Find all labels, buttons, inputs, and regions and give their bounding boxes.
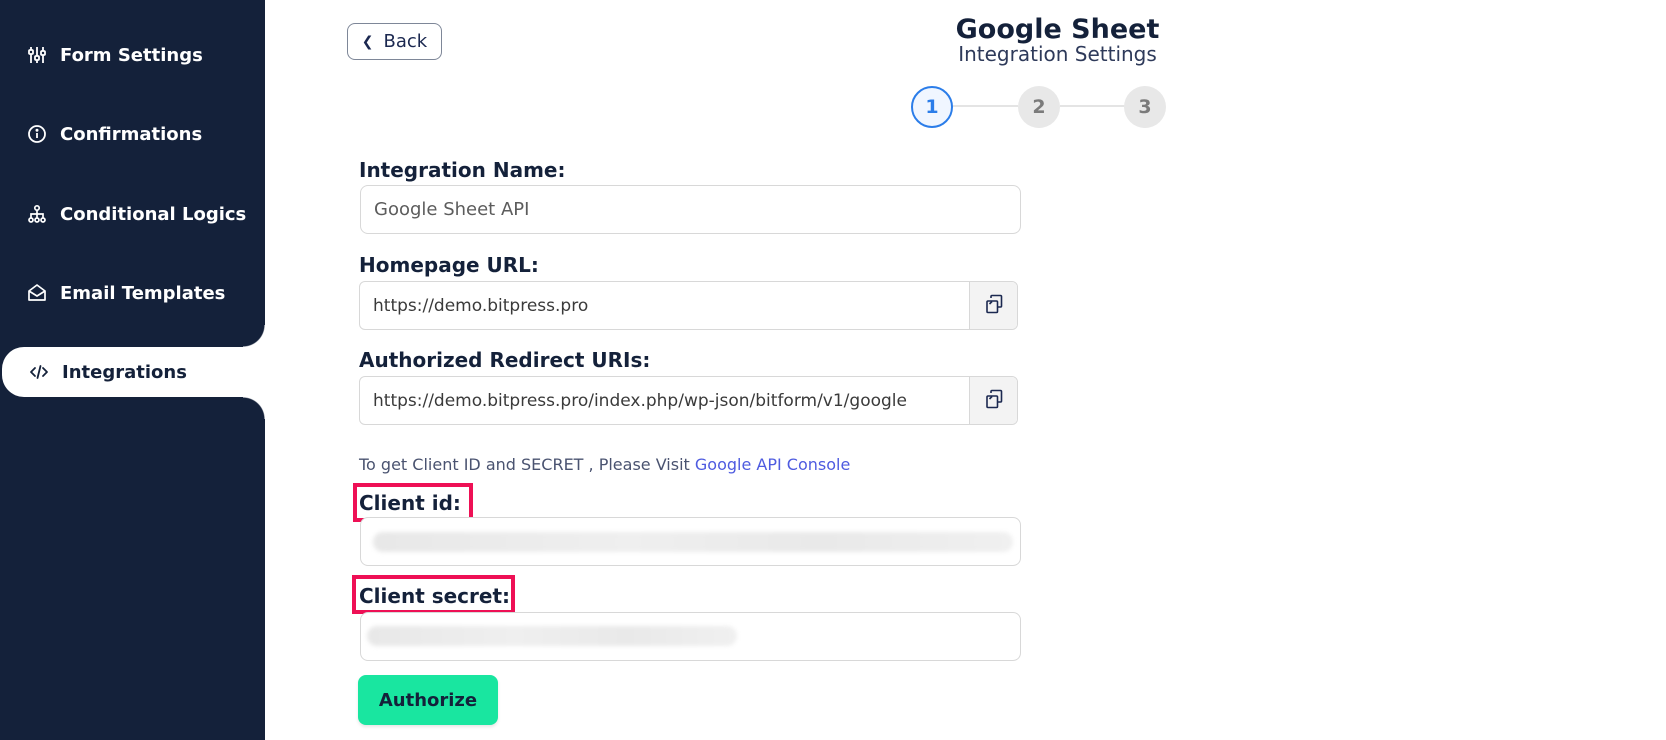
client-secret-redacted-value xyxy=(367,626,737,646)
client-credentials-hint: To get Client ID and SECRET , Please Vis… xyxy=(359,455,850,474)
copy-redirect-uris-button[interactable] xyxy=(969,377,1017,424)
sidebar-item-integrations[interactable]: Integrations xyxy=(2,325,265,419)
page-subtitle: Integration Settings xyxy=(958,42,1157,66)
sitemap-icon xyxy=(26,203,48,225)
chevron-left-icon: ❮ xyxy=(361,33,374,50)
redirect-uris-label: Authorized Redirect URIs: xyxy=(359,348,651,372)
page-title: Google Sheet xyxy=(955,14,1160,45)
sidebar-item-label: Conditional Logics xyxy=(60,203,247,225)
authorize-button[interactable]: Authorize xyxy=(358,675,498,725)
code-icon xyxy=(28,361,50,383)
step-2: 2 xyxy=(1018,86,1060,128)
google-api-console-link[interactable]: Google API Console xyxy=(695,455,850,474)
redirect-uris-value: https://demo.bitpress.pro/index.php/wp-j… xyxy=(373,390,907,411)
copy-icon xyxy=(983,293,1005,319)
client-id-input[interactable] xyxy=(360,517,1021,566)
redirect-uris-field: https://demo.bitpress.pro/index.php/wp-j… xyxy=(359,376,1018,425)
homepage-url-label: Homepage URL: xyxy=(359,253,539,277)
sidebar-item-conditional-logics[interactable]: Conditional Logics xyxy=(0,190,265,238)
step-3: 3 xyxy=(1124,86,1166,128)
client-secret-input[interactable] xyxy=(360,612,1021,661)
sidebar-item-form-settings[interactable]: Form Settings xyxy=(0,31,265,79)
back-button[interactable]: ❮ Back xyxy=(347,23,442,60)
sliders-icon xyxy=(26,44,48,66)
back-label: Back xyxy=(383,31,428,52)
copy-homepage-url-button[interactable] xyxy=(969,282,1017,329)
sidebar-item-label: Email Templates xyxy=(60,282,226,304)
sidebar-item-label: Integrations xyxy=(62,361,187,383)
homepage-url-field: https://demo.bitpress.pro xyxy=(359,281,1018,330)
integration-name-input[interactable]: Google Sheet API xyxy=(360,185,1021,234)
client-id-redacted-value xyxy=(373,532,1013,552)
envelope-open-icon xyxy=(26,282,48,304)
sidebar: Form Settings Confirmations Conditional … xyxy=(0,0,265,740)
integration-name-label: Integration Name: xyxy=(359,158,566,182)
info-circle-icon xyxy=(26,123,48,145)
homepage-url-value: https://demo.bitpress.pro xyxy=(373,295,589,316)
stepper-connector xyxy=(1060,105,1126,107)
sidebar-item-email-templates[interactable]: Email Templates xyxy=(0,269,265,317)
integration-name-value: Google Sheet API xyxy=(374,199,530,220)
sidebar-item-confirmations[interactable]: Confirmations xyxy=(0,110,265,158)
stepper-connector xyxy=(952,105,1018,107)
sidebar-item-label: Confirmations xyxy=(60,123,203,145)
client-id-label: Client id: xyxy=(359,491,461,515)
client-secret-label: Client secret: xyxy=(359,584,511,608)
step-1: 1 xyxy=(911,86,953,128)
sidebar-item-label: Form Settings xyxy=(60,44,203,66)
hint-text: To get Client ID and SECRET , Please Vis… xyxy=(359,455,695,474)
copy-icon xyxy=(983,388,1005,414)
